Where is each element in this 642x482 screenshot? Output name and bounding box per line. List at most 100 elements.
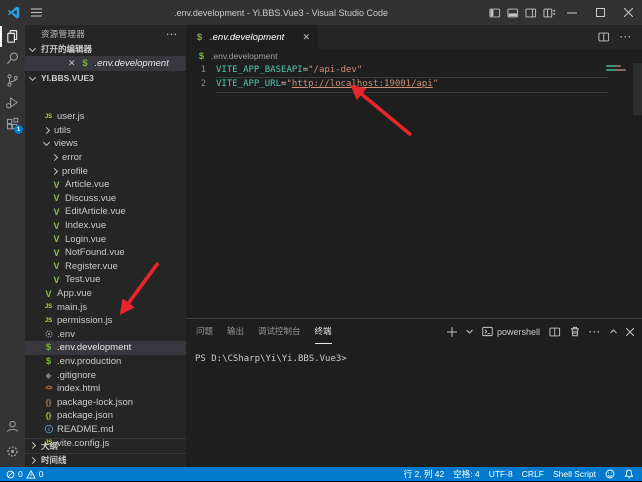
search-icon	[5, 51, 20, 66]
sidebar-more-actions-icon[interactable]: ···	[167, 29, 179, 39]
tree-item-NotFound.vue[interactable]: VNotFound.vue	[25, 246, 186, 260]
status-item-3[interactable]: CRLF	[522, 469, 544, 479]
tree-item-index.html[interactable]: <>index.html	[25, 382, 186, 396]
file-label: Test.vue	[65, 274, 100, 285]
tab-close-icon[interactable]: ✕	[302, 32, 310, 43]
line-number: 1	[186, 65, 206, 75]
split-terminal-icon[interactable]	[549, 326, 561, 338]
token-string-link: http://localhost:19001/api	[292, 79, 433, 89]
sidebar-bottom-sections: 大纲时间线	[25, 438, 186, 467]
tree-item-Test.vue[interactable]: VTest.vue	[25, 273, 186, 287]
panel-tab-terminal-active[interactable]: 终端	[315, 319, 332, 344]
activity-search[interactable]	[0, 48, 25, 69]
editor-more-actions-icon[interactable]: ···	[620, 32, 632, 42]
customize-layout-icon[interactable]	[541, 0, 557, 25]
tree-item-error[interactable]: error	[25, 151, 186, 165]
chevron-right-icon	[51, 168, 58, 175]
terminal-output[interactable]: PS D:\CSharp\Yi\Yi.BBS.Vue3>	[186, 344, 642, 364]
tree-item-README.md[interactable]: README.md	[25, 423, 186, 437]
status-item-1[interactable]: 空格: 4	[453, 468, 479, 480]
panel-tab-item[interactable]: 输出	[227, 319, 244, 344]
tree-item-Discuss.vue[interactable]: VDiscuss.vue	[25, 192, 186, 206]
close-editor-icon[interactable]: ✕	[68, 59, 76, 68]
editor-tab-bar: $ .env.development ✕ ···	[186, 25, 642, 49]
window-title: .env.development - Yi.BBS.Vue3 - Visual …	[80, 8, 482, 18]
activity-extensions[interactable]: 1	[0, 114, 25, 135]
maximize-button[interactable]	[586, 0, 614, 25]
split-editor-icon[interactable]	[598, 31, 610, 43]
tree-item-App.vue[interactable]: VApp.vue	[25, 287, 186, 301]
open-editor-item-env-development[interactable]: ✕ $ .env.development	[25, 56, 186, 71]
code-line-2[interactable]: 2VITE_APP_URL="http://localhost:19001/ap…	[186, 77, 642, 91]
tree-item-.env.development[interactable]: $.env.development	[25, 341, 186, 355]
tree-item-.gitignore[interactable]: ◆.gitignore	[25, 368, 186, 382]
code-line-1[interactable]: 1VITE_APP_BASEAPI="/api-dev"	[186, 63, 642, 77]
tree-item-Article.vue[interactable]: VArticle.vue	[25, 178, 186, 192]
section-label: 大纲	[41, 440, 58, 452]
activity-settings[interactable]	[0, 439, 25, 463]
vue-file-icon: V	[43, 288, 54, 299]
close-panel-icon[interactable]	[626, 328, 634, 336]
problems-status[interactable]: 0 0	[0, 469, 43, 479]
sidebar-section-1[interactable]: 时间线	[25, 453, 186, 468]
tree-item-.env[interactable]: .env	[25, 328, 186, 342]
toggle-panel-icon[interactable]	[505, 0, 521, 25]
tree-item-utils[interactable]: utils	[25, 124, 186, 138]
file-label: .env	[57, 329, 75, 340]
tab-label: .env.development	[210, 32, 297, 43]
token-string: "/api-dev"	[308, 65, 362, 75]
project-root-section[interactable]: YI.BBS.VUE3	[25, 71, 186, 85]
maximize-panel-icon[interactable]	[610, 329, 617, 334]
readme-file-icon	[43, 424, 54, 435]
tree-item-profile[interactable]: profile	[25, 164, 186, 178]
tree-item-.env.production[interactable]: $.env.production	[25, 355, 186, 369]
panel-tab-item[interactable]: 问题	[196, 319, 213, 344]
status-item-0[interactable]: 行 2, 列 42	[404, 468, 445, 480]
tree-item-EditArticle.vue[interactable]: VEditArticle.vue	[25, 205, 186, 219]
file-tree: JSuser.jsutilsviewserrorprofileVArticle.…	[25, 110, 186, 450]
tree-item-Register.vue[interactable]: VRegister.vue	[25, 260, 186, 274]
feedback-smiley-icon[interactable]	[605, 469, 615, 479]
menu-hamburger-icon[interactable]	[31, 8, 42, 17]
file-label: README.md	[57, 424, 113, 435]
tree-item-views[interactable]: views	[25, 137, 186, 151]
activity-run-debug[interactable]	[0, 92, 25, 113]
shell-file-icon: $	[43, 356, 54, 367]
status-item-4[interactable]: Shell Script	[553, 469, 596, 479]
code-area[interactable]: 1VITE_APP_BASEAPI="/api-dev"2VITE_APP_UR…	[186, 63, 642, 318]
minimize-button[interactable]	[558, 0, 586, 25]
kill-terminal-icon[interactable]	[570, 326, 580, 337]
sidebar-section-0[interactable]: 大纲	[25, 438, 186, 453]
panel-tab-item[interactable]: 调试控制台	[258, 319, 301, 344]
tree-item-package-lock.json[interactable]: {}package-lock.json	[25, 395, 186, 409]
open-editors-section[interactable]: 打开的编辑器	[25, 42, 186, 56]
terminal-shell-chip[interactable]: powershell	[482, 326, 540, 337]
tree-item-package.json[interactable]: {}package.json	[25, 409, 186, 423]
tree-item-permission.js[interactable]: JSpermission.js	[25, 314, 186, 328]
error-icon	[6, 470, 15, 479]
tree-item-user.js[interactable]: JSuser.js	[25, 110, 186, 124]
close-button[interactable]	[614, 0, 642, 25]
breadcrumb[interactable]: $ .env.development	[186, 49, 642, 63]
tree-item-main.js[interactable]: JSmain.js	[25, 300, 186, 314]
tab-env-development[interactable]: $ .env.development ✕	[186, 25, 318, 49]
new-terminal-icon[interactable]	[447, 327, 457, 337]
activity-source-control[interactable]	[0, 70, 25, 91]
toggle-sidebar-icon[interactable]	[487, 0, 503, 25]
file-label: EditArticle.vue	[65, 206, 126, 217]
tree-item-Login.vue[interactable]: VLogin.vue	[25, 232, 186, 246]
activity-explorer[interactable]	[0, 26, 25, 47]
activity-account[interactable]	[0, 414, 25, 438]
file-label: utils	[54, 125, 71, 136]
panel-more-actions-icon[interactable]: ···	[589, 327, 601, 337]
status-item-2[interactable]: UTF-8	[489, 469, 513, 479]
vue-file-icon: V	[51, 247, 62, 258]
chevron-down-icon	[43, 139, 50, 146]
toggle-secondary-sidebar-icon[interactable]	[523, 0, 539, 25]
terminal-dropdown-icon[interactable]	[466, 329, 473, 334]
vue-file-icon: V	[51, 193, 62, 204]
notifications-bell-icon[interactable]	[624, 469, 634, 479]
tree-item-Index.vue[interactable]: VIndex.vue	[25, 219, 186, 233]
file-label: profile	[62, 166, 88, 177]
chevron-down-icon	[29, 44, 36, 51]
